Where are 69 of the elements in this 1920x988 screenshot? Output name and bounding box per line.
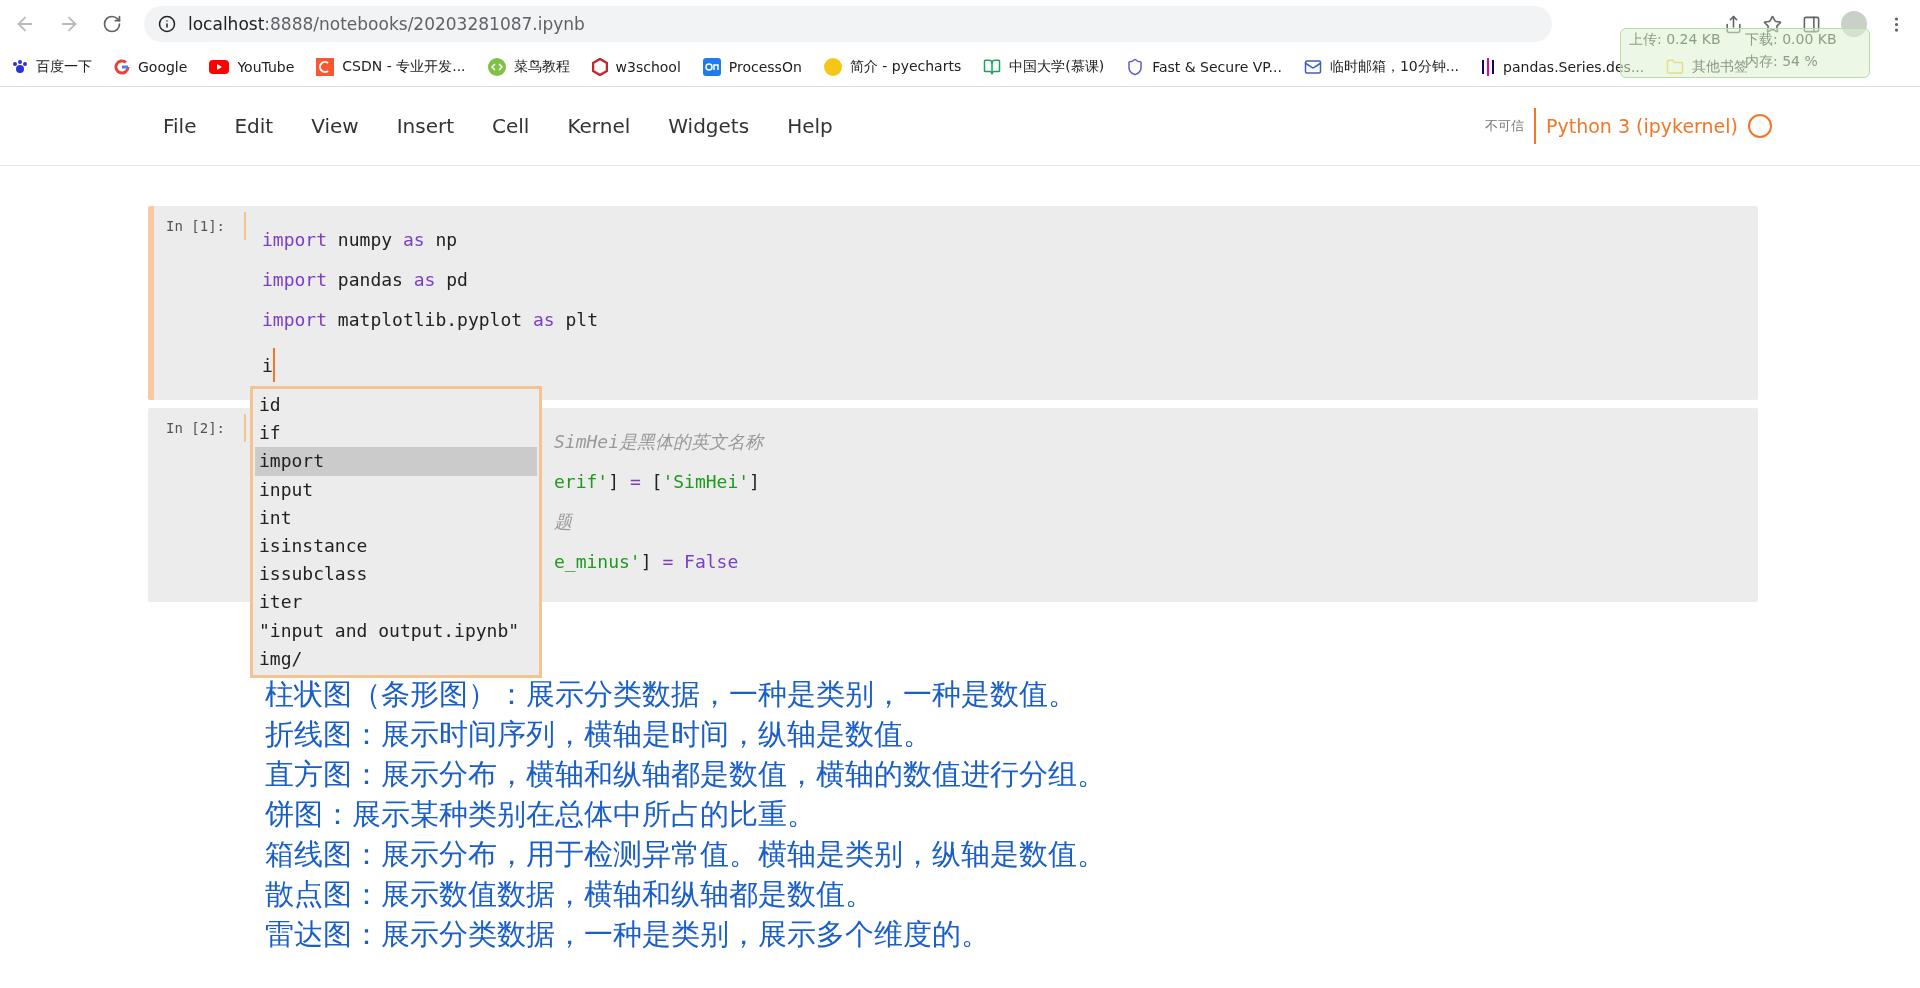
- paw-icon: [12, 59, 28, 75]
- address-bar[interactable]: localhost:8888/notebooks/20203281087.ipynb: [144, 6, 1552, 42]
- folder-icon: [1666, 58, 1685, 76]
- completion-option[interactable]: if: [255, 419, 537, 448]
- completion-option[interactable]: import: [255, 447, 537, 476]
- menu-item[interactable]: Widgets: [668, 114, 750, 138]
- completion-option[interactable]: isinstance: [255, 531, 537, 561]
- upload-speed: 上传: 0.24 KB: [1629, 31, 1722, 49]
- markdown-line: 饼图：展示某种类别在总体中所占的比重。: [265, 796, 817, 833]
- bookmark[interactable]: Fast & Secure VP...: [1126, 58, 1282, 76]
- completion-option[interactable]: issubclass: [255, 560, 537, 589]
- bookmark[interactable]: YouTube: [209, 59, 295, 75]
- menu-item[interactable]: Kernel: [567, 114, 631, 138]
- code-line: import matplotlib.pyplot as plt: [262, 308, 598, 331]
- play-icon: [209, 60, 230, 74]
- share-icon[interactable]: [1724, 14, 1743, 34]
- side-panel-icon[interactable]: [1802, 14, 1821, 34]
- markdown-line: 雷达图：展示分类数据，一种是类别，展示多个维度的。: [265, 916, 991, 953]
- g-logo-icon: [114, 59, 130, 75]
- bookmark-star-icon[interactable]: [1763, 14, 1782, 34]
- completion-option[interactable]: img/: [255, 644, 537, 673]
- markdown-line: 折线图：展示时间序列，横轴是时间，纵轴是数值。: [265, 716, 933, 753]
- markdown-line: 散点图：展示数值数据，横轴和纵轴都是数值。: [265, 876, 875, 913]
- completion-option[interactable]: "input and output.ipynb": [255, 616, 537, 645]
- code-icon: [487, 58, 506, 76]
- code-line: SimHei是黑体的英文名称: [554, 430, 764, 453]
- bookmark[interactable]: Google: [114, 59, 188, 75]
- code-line: i: [262, 353, 273, 377]
- code-line: import pandas as pd: [262, 268, 468, 291]
- reload-icon[interactable]: [102, 14, 122, 34]
- trust-label[interactable]: 不可信: [1485, 108, 1537, 144]
- bookmark[interactable]: pandas.Series.des...: [1481, 58, 1645, 76]
- markdown-line: 柱状图（条形图）：展示分类数据，一种是类别，一种是数值。: [265, 676, 1078, 713]
- c-logo-icon: [316, 58, 335, 76]
- code-line: import numpy as np: [262, 228, 458, 251]
- cell-prompt: In [1]:: [154, 212, 246, 240]
- markdown-line: 直方图：展示分布，横轴和纵轴都是数值，横轴的数值进行分组。: [265, 756, 1107, 793]
- menu-item[interactable]: File: [163, 114, 197, 138]
- on-logo-icon: [702, 58, 721, 76]
- completion-option[interactable]: int: [255, 503, 537, 532]
- bookmark[interactable]: 简介 - pyecharts: [823, 58, 962, 76]
- hexagon-icon: [591, 58, 608, 76]
- download-speed: 下载: 0.00 KB: [1745, 31, 1838, 49]
- bars-icon: [1481, 58, 1496, 76]
- menu-item[interactable]: Insert: [396, 114, 455, 138]
- bookmark[interactable]: 百度一下: [12, 58, 92, 76]
- info-icon[interactable]: [158, 15, 176, 33]
- code-line: erif'] = ['SimHei']: [554, 470, 760, 493]
- memory-usage: 内存: 54 %: [1745, 53, 1819, 69]
- menu-item[interactable]: Help: [787, 114, 833, 138]
- shield-icon: [1126, 58, 1145, 76]
- mail-icon: [1303, 58, 1322, 76]
- bookmark[interactable]: 菜鸟教程: [487, 58, 570, 76]
- completion-option[interactable]: input: [255, 475, 537, 504]
- bookmark[interactable]: w3school: [591, 58, 681, 76]
- code-line: e_minus'] = False: [554, 550, 739, 573]
- bookmark[interactable]: 临时邮箱，10分钟...: [1303, 58, 1460, 76]
- book-icon: [983, 58, 1002, 76]
- cell-prompt: In [2]:: [154, 414, 246, 442]
- bookmark[interactable]: CSDN - 专业开发...: [316, 58, 466, 76]
- bookmark[interactable]: 中国大学(慕课): [983, 58, 1105, 76]
- bookmark[interactable]: ProcessOn: [702, 58, 802, 76]
- code-line: 题: [554, 510, 572, 533]
- text-cursor: [272, 348, 275, 382]
- markdown-line: 箱线图：展示分布，用于检测异常值。横轴是类别，纵轴是数值。: [265, 836, 1107, 873]
- menu-item[interactable]: Cell: [492, 114, 530, 138]
- menu-item[interactable]: View: [311, 114, 359, 138]
- url-text: localhost:8888/notebooks/20203281087.ipynb: [188, 14, 585, 34]
- menu-item[interactable]: Edit: [234, 114, 274, 138]
